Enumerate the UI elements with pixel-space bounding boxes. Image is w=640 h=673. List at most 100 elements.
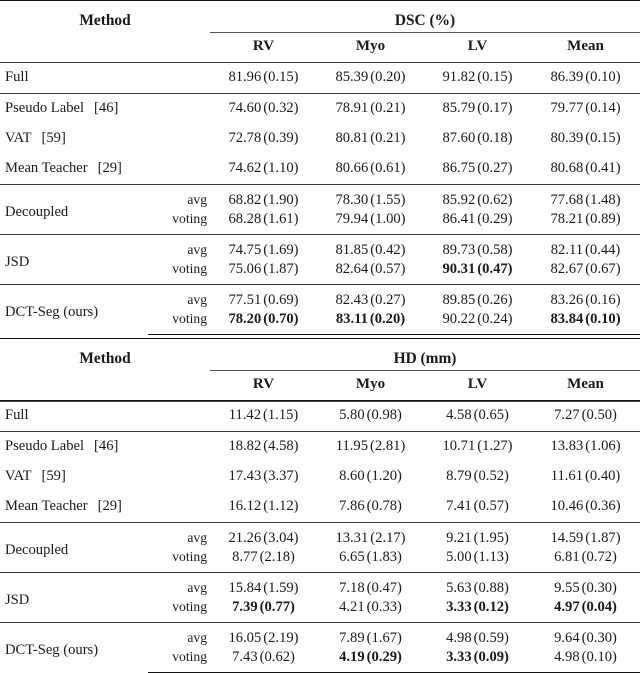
aggregation-mode: voting: [148, 310, 210, 335]
metric-mean: 10.46: [550, 498, 584, 514]
citation-reference[interactable]: [59]: [32, 468, 66, 484]
metric-value-2: 7.41 (0.57): [424, 492, 531, 523]
metric-std: (0.77): [259, 599, 295, 615]
method-label: VAT: [5, 468, 32, 484]
metric-mean: 82.64: [335, 261, 369, 277]
metric-value-0: 17.43 (3.37): [210, 462, 317, 492]
aggregation-mode: avg: [148, 234, 210, 260]
metric-std: (0.44): [585, 242, 621, 258]
metric-std: (0.61): [370, 160, 406, 176]
metric-std: (1.95): [473, 530, 509, 546]
metric-value-3: 6.81 (0.72): [531, 548, 640, 573]
metric-std: (2.19): [263, 630, 299, 646]
method-name: VAT [59]: [0, 124, 210, 154]
metric-value-0: 18.82 (4.58): [210, 431, 317, 462]
metric-value-3: 78.21 (0.89): [531, 210, 640, 235]
table-row: Full 81.96 (0.15) 85.39 (0.20) 91.82 (0.15) 86.…: [0, 62, 640, 94]
metric-value-0: 68.28 (1.61): [210, 210, 317, 235]
metric-value-3: 10.46 (0.36): [531, 492, 640, 523]
metric-std: (0.32): [263, 100, 299, 116]
table-header-dsc: Method DSC (%) RV Myo LV Mean: [0, 0, 640, 63]
table-body-dsc: Full 81.96 (0.15) 85.39 (0.20) 91.82 (0.15) 86.…: [0, 62, 640, 335]
metric-std: (0.52): [473, 468, 509, 484]
metric-std: (1.87): [585, 530, 621, 546]
metric-value-0: 72.78 (0.39): [210, 124, 317, 154]
metric-value-0: 74.62 (1.10): [210, 154, 317, 185]
aggregation-mode: avg: [148, 572, 210, 598]
metric-mean: 7.41: [446, 498, 472, 514]
aggregation-mode: voting: [172, 261, 207, 276]
method-label: VAT: [5, 130, 32, 146]
aggregation-mode: voting: [172, 549, 207, 564]
metric-value-0: 8.77 (2.18): [210, 548, 317, 573]
metric-std: (0.14): [585, 100, 621, 116]
metric-std: (0.62): [477, 192, 513, 208]
metric-value-2: 86.41 (0.29): [424, 210, 531, 235]
metric-mean: 78.21: [550, 211, 584, 227]
table-row: JSD avg 74.75 (1.69) 81.85 (0.42) 89.73 (0.58) 8…: [0, 234, 640, 285]
metric-mean: 7.89: [339, 630, 365, 646]
method-name: JSD: [0, 234, 148, 285]
metric-value-2: 3.33 (0.09): [424, 648, 531, 673]
citation-reference[interactable]: [29]: [88, 160, 122, 176]
metric-mean: 4.21: [339, 599, 365, 615]
metric-mean: 80.68: [550, 160, 584, 176]
metric-std: (0.04): [581, 599, 617, 615]
metric-mean: 15.84: [228, 580, 262, 596]
metric-std: (1.10): [263, 160, 299, 176]
metric-std: (0.15): [585, 130, 621, 146]
metric-value-3: 7.27 (0.50): [531, 400, 640, 432]
metric-value-0: 74.60 (0.32): [210, 93, 317, 124]
metric-std: (0.17): [477, 100, 513, 116]
table-body-hd: Full 11.42 (1.15) 5.80 (0.98) 4.58 (0.65) 7.27(…: [0, 400, 640, 673]
metric-value-1: 11.95 (2.81): [317, 431, 424, 462]
metric-mean: 74.62: [228, 160, 262, 176]
table-row: Pseudo Label [46] 74.60 (0.32) 78.91 (0.21) 85…: [0, 93, 640, 124]
aggregation-mode: voting: [172, 211, 207, 226]
metric-std: (0.12): [473, 599, 509, 615]
results-tables-page: Method DSC (%) RV Myo LV Mean Full 81.96 (0.15) 8…: [0, 0, 640, 673]
metric-value-1: 7.89 (1.67): [317, 622, 424, 648]
metric-mean: 80.66: [335, 160, 369, 176]
metric-std: (1.15): [263, 407, 299, 423]
metric-std: (0.57): [370, 261, 406, 277]
citation-reference[interactable]: [46]: [84, 100, 118, 116]
metric-std: (0.98): [366, 407, 402, 423]
metric-std: (0.47): [366, 580, 402, 596]
metric-std: (0.20): [370, 69, 406, 85]
metric-std: (0.20): [369, 311, 406, 327]
metric-value-2: 87.60 (0.18): [424, 124, 531, 154]
metric-value-1: 80.81 (0.21): [317, 124, 424, 154]
metric-std: (0.10): [585, 69, 621, 85]
metric-mean: 4.97: [554, 599, 580, 615]
metric-std: (1.55): [370, 192, 406, 208]
method-name: DCT-Seg (ours): [0, 284, 148, 335]
metric-mean: 85.92: [442, 192, 476, 208]
metric-std: (1.90): [263, 192, 299, 208]
citation-reference[interactable]: [46]: [84, 438, 118, 454]
results-table-hd: Method HD (mm) RV Myo LV Mean Full 11.42 (1.15) 5…: [0, 338, 640, 673]
metric-std: (0.42): [370, 242, 406, 258]
metric-value-1: 81.85 (0.42): [317, 234, 424, 260]
citation-reference[interactable]: [59]: [32, 130, 66, 146]
column-header-myo: Myo: [355, 376, 386, 392]
table-row: DCT-Seg (ours) avg 16.05 (2.19) 7.89 (1.67) 4.…: [0, 622, 640, 673]
metric-std: (1.27): [477, 438, 513, 454]
metric-std: (1.67): [366, 630, 402, 646]
metric-mean: 7.27: [554, 407, 580, 423]
table-row: Pseudo Label [46] 18.82 (4.58) 11.95 (2.81) 10…: [0, 431, 640, 462]
metric-std: (1.59): [263, 580, 299, 596]
metric-std: (3.37): [263, 468, 299, 484]
metric-std: (0.21): [370, 100, 406, 116]
metric-mean: 79.94: [335, 211, 369, 227]
metric-value-2: 85.92 (0.62): [424, 184, 531, 210]
citation-reference[interactable]: [29]: [88, 498, 122, 514]
method-label: Pseudo Label: [5, 100, 85, 116]
aggregation-mode: avg: [148, 522, 210, 548]
metric-mean: 7.86: [339, 498, 365, 514]
method-name: JSD: [0, 572, 148, 623]
column-header-lv: LV: [467, 38, 488, 54]
column-header-method: Method: [0, 0, 210, 63]
metric-mean: 90.22: [442, 311, 476, 327]
method-label: Full: [5, 69, 29, 85]
